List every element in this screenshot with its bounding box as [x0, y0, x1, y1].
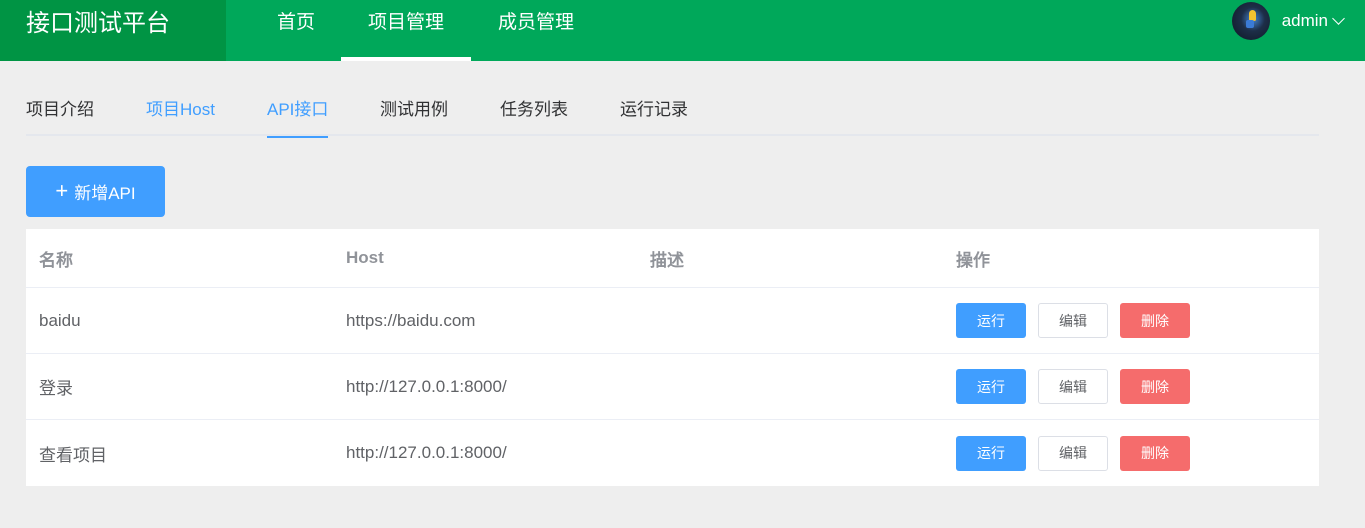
- avatar: [1231, 2, 1270, 40]
- run-button[interactable]: 运行: [956, 435, 1026, 471]
- tab-project-intro[interactable]: 项目介绍: [26, 86, 94, 136]
- row-host: https://baidu.com: [346, 310, 476, 330]
- row-actions: 运行 编辑 删除: [956, 288, 1190, 353]
- nav-project-management[interactable]: 项目管理: [341, 0, 471, 61]
- row-name: 查看项目: [39, 445, 107, 465]
- nav-member-management[interactable]: 成员管理: [482, 0, 590, 61]
- app-logo: 接口测试平台: [0, 0, 226, 61]
- user-menu[interactable]: admin: [1231, 0, 1345, 42]
- row-host: http://127.0.0.1:8000/: [346, 376, 507, 396]
- column-header-host: Host: [346, 248, 384, 267]
- delete-button[interactable]: 删除: [1120, 435, 1190, 471]
- plus-icon: +: [55, 177, 69, 203]
- delete-button[interactable]: 删除: [1120, 303, 1190, 338]
- add-api-label: 新增API: [74, 184, 136, 203]
- add-api-button[interactable]: + 新增API: [26, 166, 165, 217]
- delete-button[interactable]: 删除: [1120, 369, 1190, 404]
- tab-project-host[interactable]: 项目Host: [146, 86, 215, 136]
- tab-task-list[interactable]: 任务列表: [500, 86, 568, 136]
- row-host: http://127.0.0.1:8000/: [346, 443, 507, 462]
- tab-api[interactable]: API接口: [267, 86, 329, 138]
- chevron-down-icon: [1332, 12, 1345, 25]
- edit-button[interactable]: 编辑: [1038, 303, 1108, 338]
- row-actions: 运行 编辑 删除: [956, 420, 1190, 486]
- row-name: 登录: [39, 379, 73, 398]
- column-header-name: 名称: [39, 250, 73, 270]
- run-button[interactable]: 运行: [956, 369, 1026, 404]
- user-name: admin: [1281, 11, 1328, 30]
- api-table: 名称 Host 描述 操作 baidu https://baidu.com 运行…: [26, 229, 1319, 486]
- nav-home[interactable]: 首页: [262, 0, 330, 61]
- table-header: 名称 Host 描述 操作: [26, 229, 1319, 288]
- tab-test-cases[interactable]: 测试用例: [380, 86, 448, 136]
- run-button[interactable]: 运行: [956, 303, 1026, 338]
- table-row: 查看项目 http://127.0.0.1:8000/ 运行 编辑 删除: [26, 420, 1319, 486]
- table-row: baidu https://baidu.com 运行 编辑 删除: [26, 288, 1319, 354]
- tab-run-records[interactable]: 运行记录: [620, 86, 688, 136]
- table-row: 登录 http://127.0.0.1:8000/ 运行 编辑 删除: [26, 354, 1319, 420]
- row-name: baidu: [39, 310, 81, 330]
- project-tabs: 项目介绍 项目Host API接口 测试用例 任务列表 运行记录: [26, 86, 1319, 138]
- edit-button[interactable]: 编辑: [1038, 435, 1108, 471]
- edit-button[interactable]: 编辑: [1038, 369, 1108, 404]
- row-actions: 运行 编辑 删除: [956, 354, 1190, 419]
- column-header-description: 描述: [650, 250, 684, 270]
- top-header: 接口测试平台 首页 项目管理 成员管理 admin: [0, 0, 1365, 61]
- column-header-actions: 操作: [956, 250, 990, 270]
